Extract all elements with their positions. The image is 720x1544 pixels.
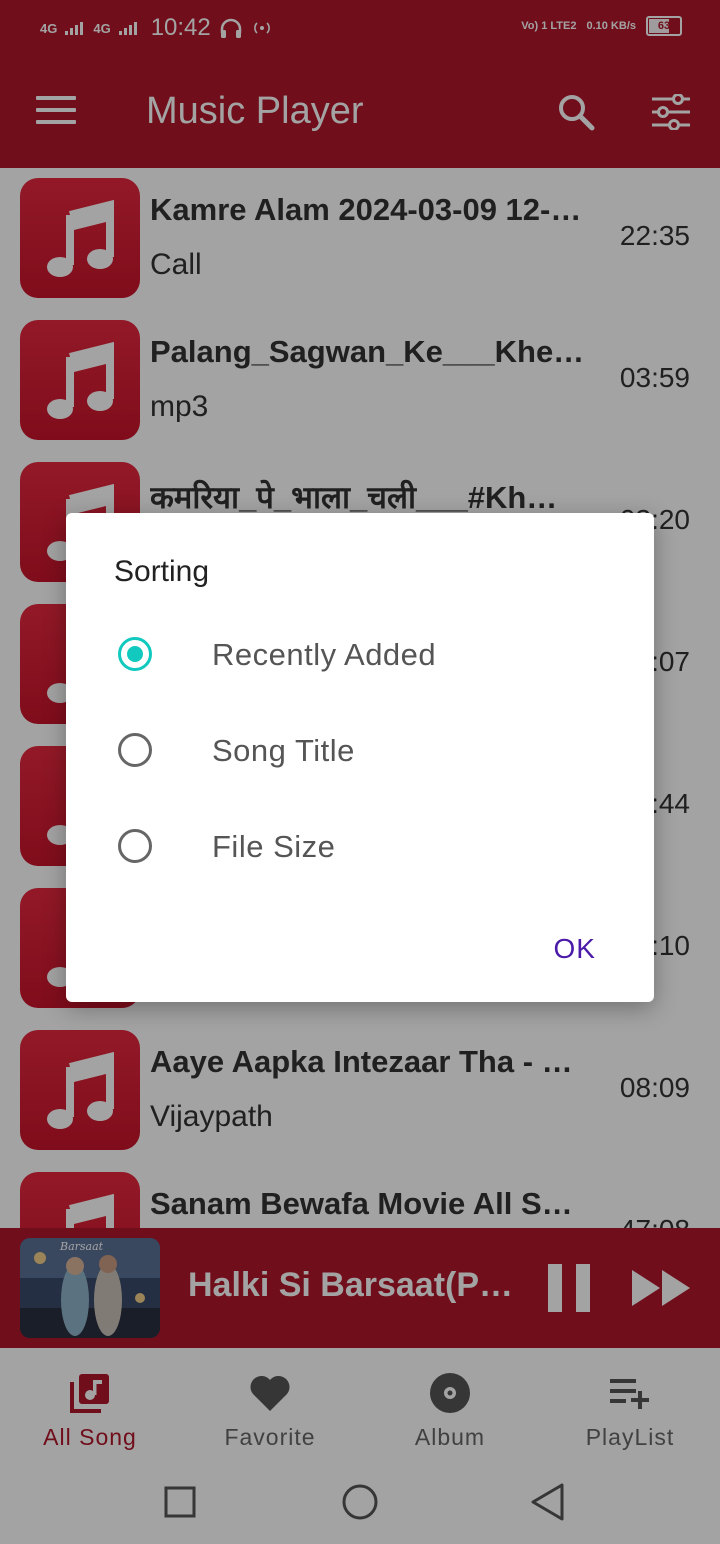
sort-option-label: File Size: [212, 829, 336, 864]
sorting-dialog: Sorting Recently Added Song Title File S…: [66, 513, 654, 1002]
sort-option-recently-added[interactable]: Recently Added: [66, 613, 654, 703]
dialog-title: Sorting: [114, 555, 210, 588]
sort-option-label: Song Title: [212, 733, 355, 768]
sort-option-file-size[interactable]: File Size: [66, 805, 654, 895]
radio-button-selected[interactable]: [118, 637, 152, 671]
sort-option-song-title[interactable]: Song Title: [66, 709, 654, 799]
radio-button[interactable]: [118, 829, 152, 863]
sort-option-label: Recently Added: [212, 637, 437, 672]
radio-button[interactable]: [118, 733, 152, 767]
ok-button[interactable]: OK: [554, 933, 596, 965]
